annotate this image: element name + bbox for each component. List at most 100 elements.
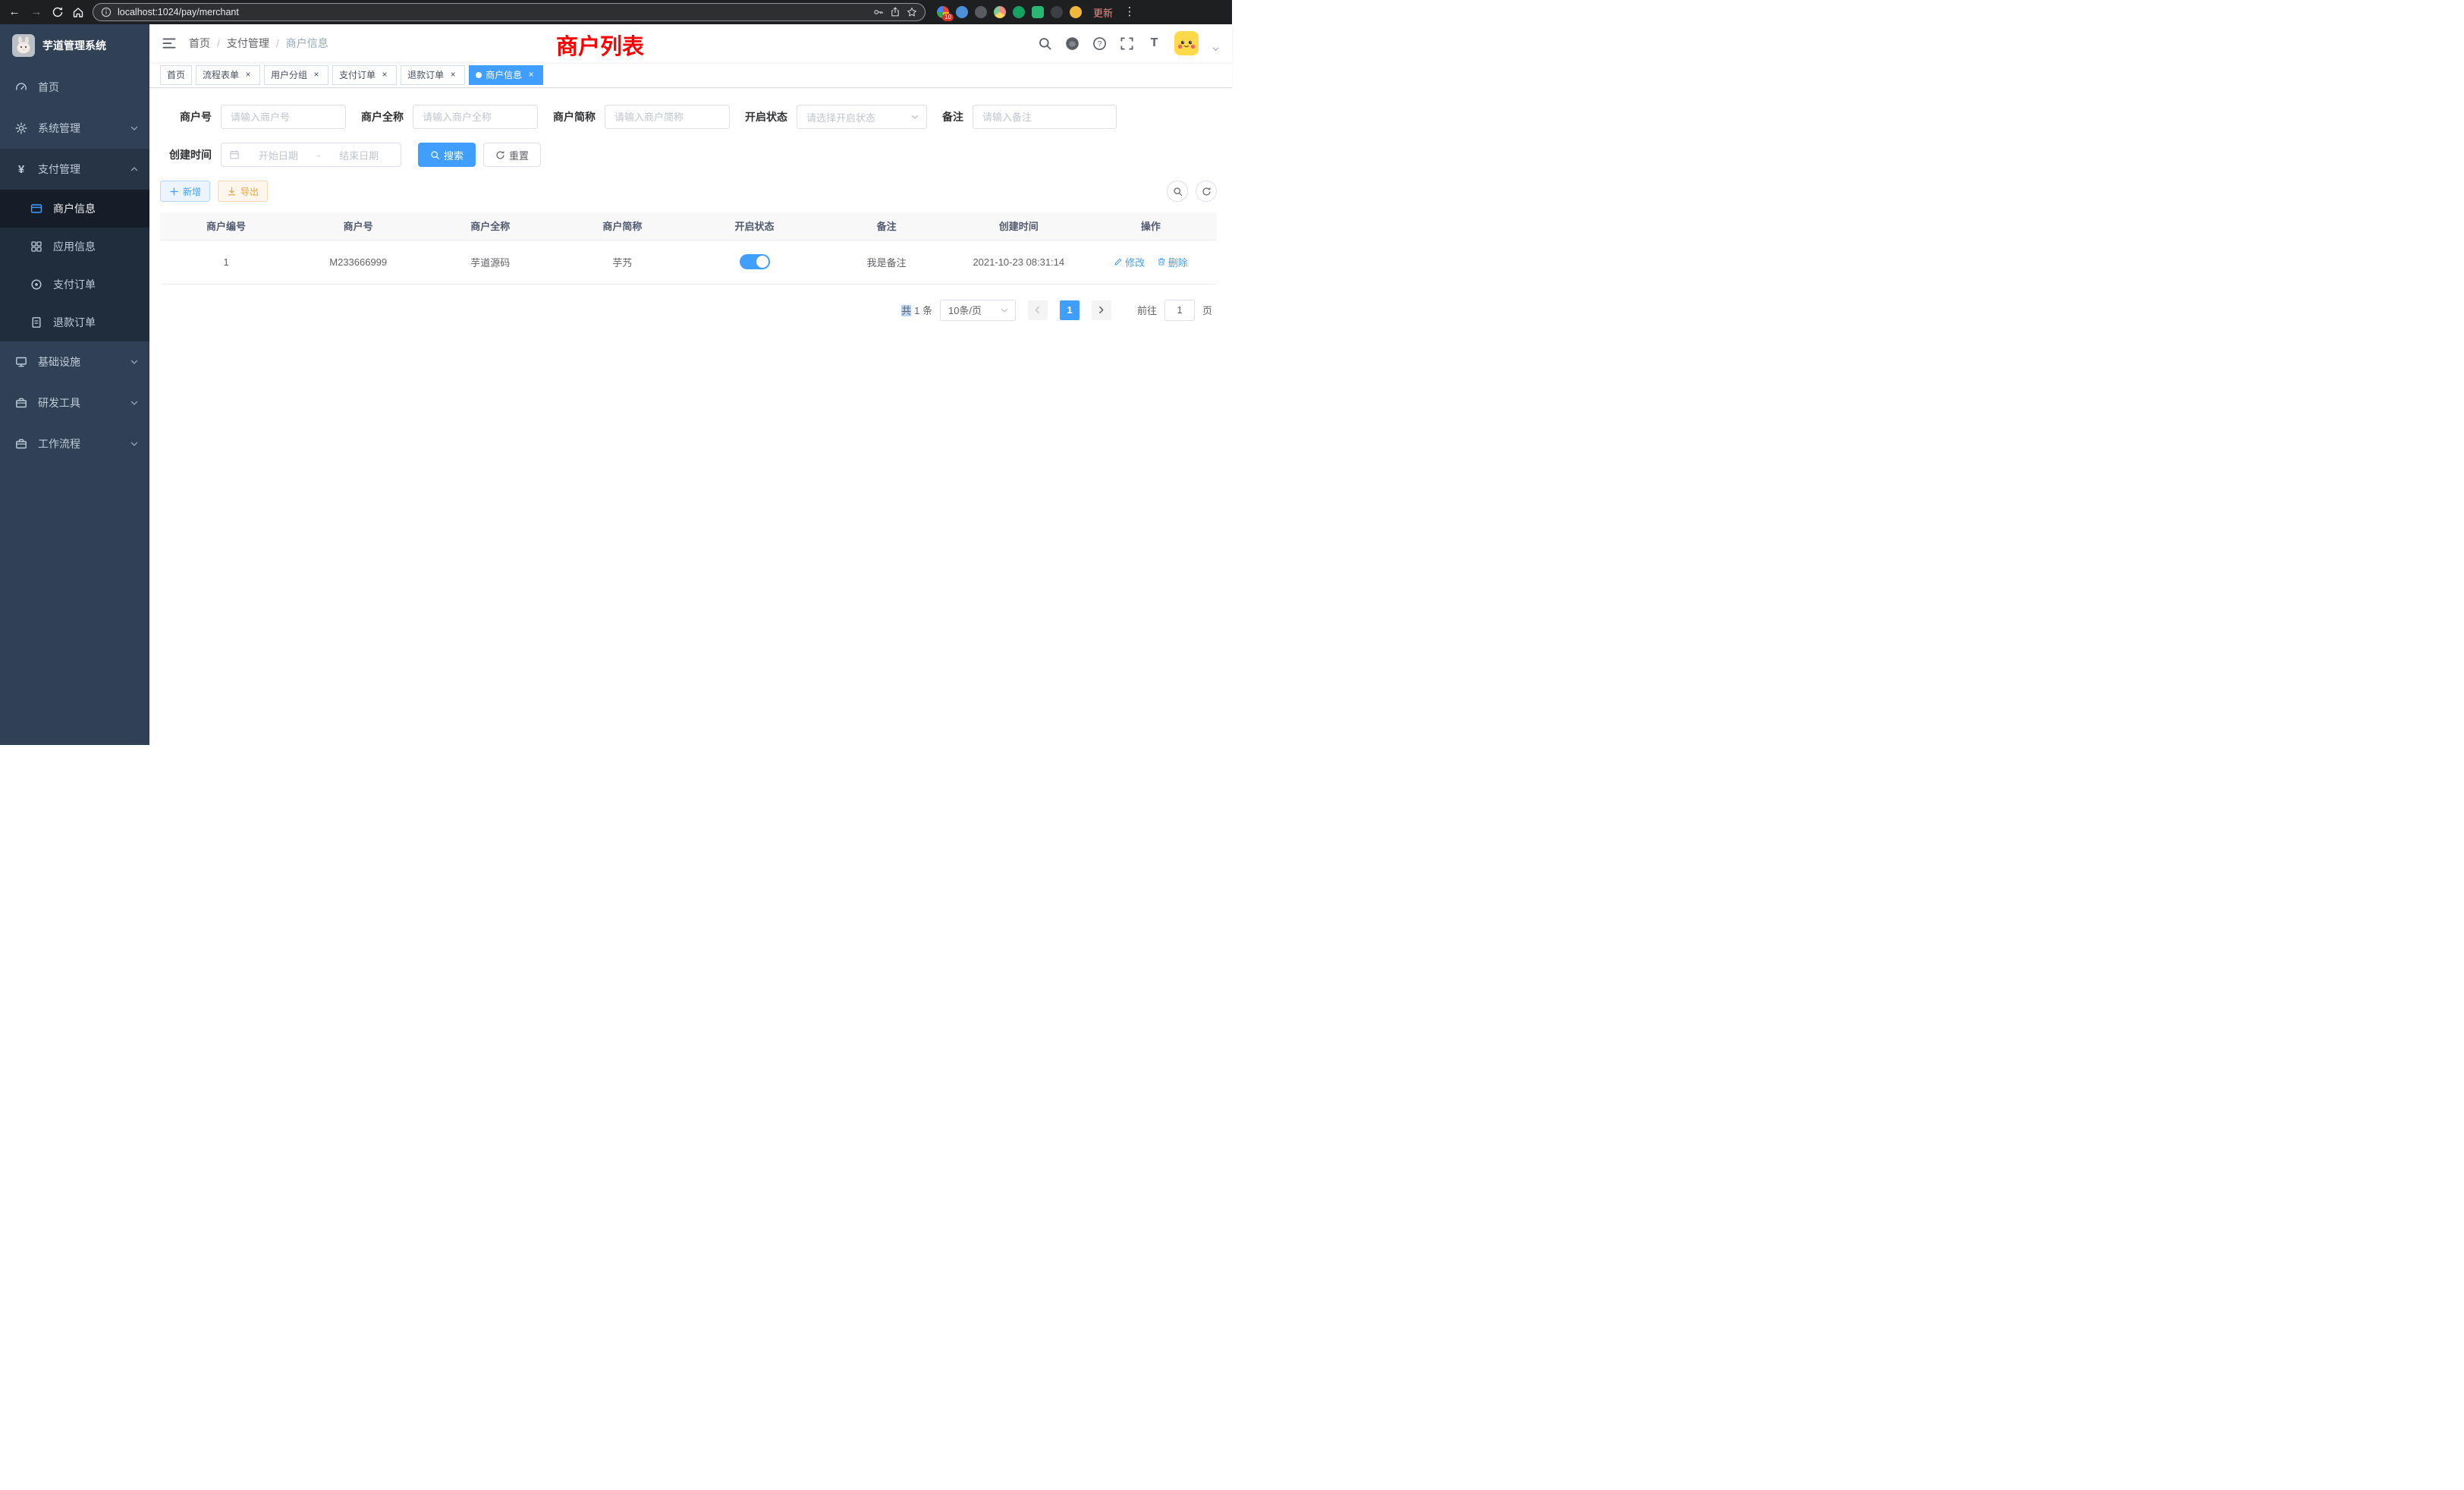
merchant-no-input[interactable] [221,105,346,129]
extension-icon[interactable] [1032,6,1044,18]
edit-button[interactable]: 修改 [1114,255,1145,269]
address-bar[interactable]: localhost:1024/pay/merchant [93,3,926,21]
tab-home[interactable]: 首页 [160,65,192,85]
browser-menu-button[interactable]: ⋮ [1123,0,1136,24]
refresh-table-button[interactable] [1196,181,1217,202]
status-select[interactable]: 请选择开启状态 [797,105,927,129]
export-button-label: 导出 [240,185,259,198]
reset-button[interactable]: 重置 [483,143,541,167]
sidebar-item-payment-order[interactable]: 支付订单 [0,266,149,303]
trash-icon [1157,257,1166,266]
tab-payment-order[interactable]: 支付订单 × [332,65,397,85]
close-icon[interactable]: × [526,70,536,80]
col-header-merchant-id: 商户编号 [160,212,292,240]
close-icon[interactable]: × [448,70,458,80]
col-header-short-name: 商户简称 [556,212,688,240]
close-icon[interactable]: × [243,70,253,80]
tab-user-group[interactable]: 用户分组 × [264,65,328,85]
col-header-full-name: 商户全称 [424,212,556,240]
status-toggle[interactable] [740,254,770,269]
github-icon[interactable] [1065,36,1080,51]
browser-home-button[interactable] [72,6,84,18]
tab-refund-order[interactable]: 退款订单 × [401,65,465,85]
next-page-button[interactable] [1092,300,1111,320]
extensions-row: 10 [937,6,1082,18]
toggle-search-button[interactable] [1167,181,1188,202]
extension-icon[interactable] [956,6,968,18]
sidebar-item-system[interactable]: 系统管理 [0,108,149,149]
sidebar: 芋道管理系统 首页 系统管理 ¥ 支付管理 商户信息 [0,24,149,745]
extension-icon[interactable]: 10 [937,6,949,18]
search-button[interactable]: 搜索 [418,143,476,167]
target-icon [30,278,42,291]
edit-button-label: 修改 [1125,255,1145,269]
prev-page-button[interactable] [1028,300,1048,320]
sidebar-item-dev-tools[interactable]: 研发工具 [0,382,149,423]
close-icon[interactable]: × [379,70,390,80]
extension-icon[interactable] [994,6,1006,18]
grid-icon [30,240,42,253]
avatar-caret-icon[interactable] [1212,45,1220,53]
extension-icon[interactable] [1051,6,1063,18]
sidebar-item-infrastructure[interactable]: 基础设施 [0,341,149,382]
total-rest: 1 条 [914,305,932,316]
browser-update-button[interactable]: 更新 [1093,5,1113,20]
browser-forward-button[interactable]: → [30,0,43,24]
delete-button[interactable]: 删除 [1157,255,1188,269]
cell-full-name: 芋道源码 [424,240,556,284]
tab-process-form[interactable]: 流程表单 × [196,65,260,85]
sidebar-item-home[interactable]: 首页 [0,67,149,108]
create-time-range-picker[interactable]: 开始日期 - 结束日期 [221,143,401,167]
sidebar-item-label: 支付订单 [53,277,96,292]
sidebar-toggle-icon[interactable] [162,36,177,51]
tab-label: 用户分组 [271,68,307,81]
sidebar-item-merchant-info[interactable]: 商户信息 [0,190,149,228]
short-name-input[interactable] [605,105,730,129]
breadcrumb-payment[interactable]: 支付管理 [227,36,269,51]
close-icon[interactable]: × [311,70,322,80]
fullscreen-icon[interactable] [1120,36,1134,51]
add-button[interactable]: 新增 [160,181,210,202]
chevron-down-icon [130,398,139,407]
start-date-placeholder: 开始日期 [244,148,313,162]
pagination-total: 共1 条 [901,303,932,317]
user-avatar[interactable] [1174,31,1199,55]
status-label: 开启状态 [745,109,787,124]
full-name-input[interactable] [413,105,538,129]
site-info-icon[interactable] [101,7,112,17]
export-button[interactable]: 导出 [218,181,268,202]
header-search-icon[interactable] [1038,36,1052,51]
navbar-actions: T [1038,31,1220,55]
filter-row-2: 创建时间 开始日期 - 结束日期 搜索 重置 [160,143,1217,167]
sidebar-item-refund-order[interactable]: 退款订单 [0,303,149,341]
font-size-icon[interactable]: T [1147,36,1161,51]
password-key-icon[interactable] [873,7,884,17]
table-header-row: 商户编号 商户号 商户全称 商户简称 开启状态 备注 创建时间 操作 [160,212,1217,240]
page-size-select[interactable]: 10条/页 [940,300,1016,321]
current-page-button[interactable]: 1 [1060,300,1080,320]
filter-row-1: 商户号 商户全称 商户简称 开启状态 请选择开启状态 [160,105,1217,129]
share-icon[interactable] [890,7,900,17]
goto-page-input[interactable] [1164,300,1195,321]
extension-icon[interactable] [975,6,987,18]
profile-avatar-icon[interactable] [1070,6,1082,18]
merchant-table: 商户编号 商户号 商户全称 商户简称 开启状态 备注 创建时间 操作 1 M23… [160,212,1217,284]
toolbox-icon [15,438,27,450]
remark-input[interactable] [973,105,1117,129]
sidebar-item-payment[interactable]: ¥ 支付管理 [0,149,149,190]
app-logo[interactable]: 芋道管理系统 [0,24,149,67]
extension-icon[interactable] [1013,6,1025,18]
browser-refresh-button[interactable] [52,6,64,18]
refresh-icon [52,6,64,18]
tab-merchant-info[interactable]: 商户信息 × [469,65,543,85]
table-row: 1 M233666999 芋道源码 芋艿 我是备注 2021-10-23 08:… [160,240,1217,284]
pikachu-avatar-image [1174,31,1199,55]
breadcrumb-home[interactable]: 首页 [189,36,210,51]
browser-back-button[interactable]: ← [8,0,21,24]
sidebar-item-app-info[interactable]: 应用信息 [0,228,149,266]
help-icon[interactable] [1092,36,1107,51]
breadcrumb-separator: / [276,37,279,49]
tab-label: 商户信息 [486,68,522,81]
sidebar-item-workflow[interactable]: 工作流程 [0,423,149,464]
bookmark-star-icon[interactable] [907,7,917,17]
